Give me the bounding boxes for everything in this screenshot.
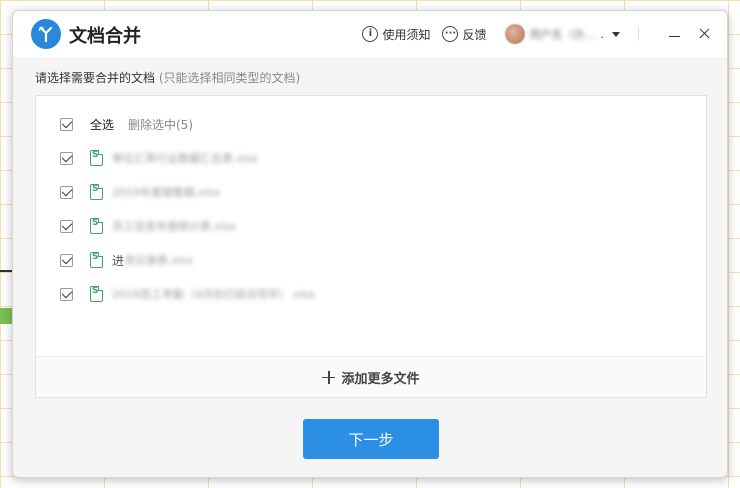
feedback-link[interactable]: ··· 反馈 (442, 26, 487, 43)
user-name-ellipsis: . (600, 27, 605, 41)
file-name: 员工信息年度统计表.xlsx (112, 220, 237, 233)
spreadsheet-file-icon (90, 218, 103, 234)
spreadsheet-file-icon (90, 252, 103, 268)
select-all-checkbox[interactable] (60, 117, 73, 131)
file-checkbox[interactable] (60, 151, 73, 165)
file-name: 2019员工考勤（4月份已核对完毕）.xlsx (112, 288, 316, 301)
window-title: 文档合并 (69, 26, 141, 47)
list-item[interactable]: 进 货记录表.xlsx (36, 243, 706, 277)
delete-selected-link[interactable]: 删除选中(5) (128, 116, 193, 133)
instruction-hint: (只能选择相同类型的文档) (158, 71, 301, 85)
spreadsheet-file-icon (90, 286, 103, 302)
file-checkbox[interactable] (60, 253, 73, 267)
chevron-down-icon (612, 31, 620, 37)
add-more-files-button[interactable]: 添加更多文件 (36, 356, 706, 397)
select-all-label[interactable]: 全选 (90, 116, 114, 133)
file-checkbox[interactable] (60, 287, 73, 301)
avatar (504, 24, 525, 44)
list-item[interactable]: 员工信息年度统计表.xlsx (36, 209, 706, 243)
titlebar-divider (638, 27, 639, 41)
list-item[interactable]: 2019员工考勤（4月份已核对完毕）.xlsx (36, 277, 706, 311)
close-button[interactable] (697, 26, 713, 42)
chat-bubble-icon: ··· (442, 26, 459, 42)
add-more-label: 添加更多文件 (341, 371, 420, 387)
info-icon: i (362, 26, 379, 42)
help-label: 使用须知 (382, 27, 431, 42)
file-name-start: 进 (112, 253, 125, 268)
file-panel: 全选 删除选中(5) 单位汇率行业数据汇总表.xlsx 2019年度销售额.xl… (35, 95, 707, 398)
file-list: 全选 删除选中(5) 单位汇率行业数据汇总表.xlsx 2019年度销售额.xl… (36, 96, 706, 358)
file-name: 货记录表.xlsx (124, 254, 194, 267)
titlebar: 文档合并 i 使用须知 ··· 反馈 用户名（办… . (13, 11, 727, 57)
user-menu[interactable]: 用户名（办… . (504, 24, 620, 44)
next-step-button[interactable]: 下一步 (303, 419, 439, 459)
select-all-row: 全选 删除选中(5) (36, 107, 706, 141)
help-link[interactable]: i 使用须知 (362, 26, 430, 43)
list-item[interactable]: 2019年度销售额.xlsx (36, 175, 706, 209)
background-row-border (0, 270, 12, 272)
file-name: 2019年度销售额.xlsx (112, 186, 221, 199)
file-name: 单位汇率行业数据汇总表.xlsx (112, 152, 259, 165)
spreadsheet-file-icon (90, 184, 103, 200)
feedback-label: 反馈 (462, 27, 487, 42)
plus-icon (322, 370, 336, 384)
merge-app-icon (31, 19, 61, 49)
minimize-button[interactable] (667, 26, 683, 42)
instruction-text: 请选择需要合并的文档 (只能选择相同类型的文档) (35, 69, 300, 86)
titlebar-actions: i 使用须知 ··· 反馈 用户名（办… . (362, 11, 713, 57)
merge-documents-dialog: 文档合并 i 使用须知 ··· 反馈 用户名（办… . 请选择需要合并的文档 (… (12, 10, 728, 478)
minimize-icon (669, 36, 680, 38)
list-item[interactable]: 单位汇率行业数据汇总表.xlsx (36, 141, 706, 175)
user-name: 用户名（办… (529, 28, 596, 41)
instruction-main: 请选择需要合并的文档 (35, 71, 156, 85)
file-checkbox[interactable] (60, 219, 73, 233)
file-checkbox[interactable] (60, 185, 73, 199)
background-cell-highlight (0, 308, 12, 324)
spreadsheet-file-icon (90, 150, 103, 166)
